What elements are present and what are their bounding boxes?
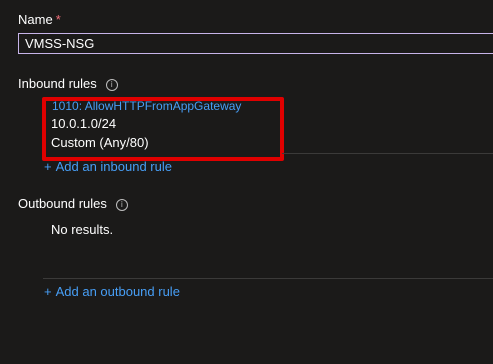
add-outbound-rule-link[interactable]: + Add an outbound rule [44,284,180,299]
inbound-rules-header: Inbound rules i [18,76,118,91]
inbound-divider [282,153,493,154]
outbound-rules-header: Outbound rules i [18,196,128,211]
inbound-rules-title: Inbound rules [18,76,97,91]
outbound-divider [43,278,493,279]
outbound-rules-title: Outbound rules [18,196,107,211]
name-label: Name * [18,12,61,27]
plus-icon: + [44,159,52,174]
add-outbound-rule-label: Add an outbound rule [55,284,180,299]
info-icon[interactable]: i [105,79,118,91]
name-input[interactable] [18,33,493,54]
plus-icon: + [44,284,52,299]
add-inbound-rule-label: Add an inbound rule [55,159,172,174]
highlight-annotation-box [42,97,284,161]
required-marker: * [55,12,61,27]
add-inbound-rule-link[interactable]: + Add an inbound rule [44,159,172,174]
info-icon[interactable]: i [115,199,128,211]
name-label-text: Name [18,12,53,27]
outbound-empty-text: No results. [51,222,114,237]
